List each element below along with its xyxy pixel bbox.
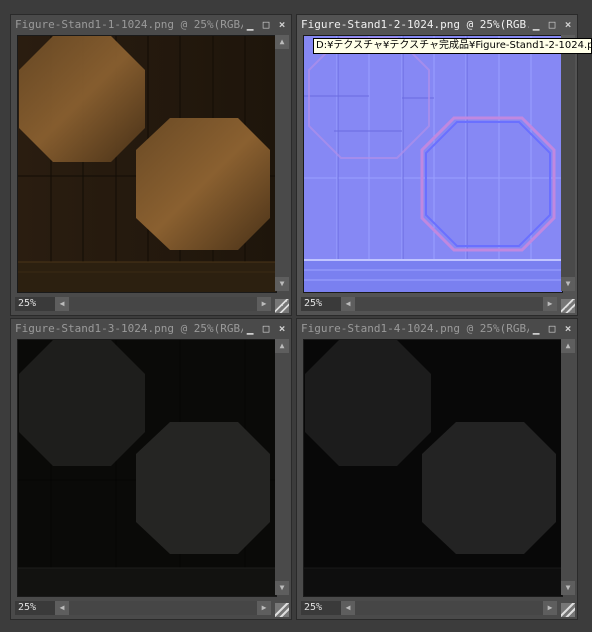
scroll-left-icon[interactable]: ◀ (341, 297, 355, 311)
close-icon[interactable]: × (561, 18, 575, 32)
scroll-left-icon[interactable]: ◀ (55, 601, 69, 615)
scroll-right-icon[interactable]: ▶ (257, 297, 271, 311)
scroll-right-icon[interactable]: ▶ (543, 601, 557, 615)
scroll-left-icon[interactable]: ◀ (55, 297, 69, 311)
document-window-3[interactable]: Figure-Stand1-3-1024.png @ 25%(RGB/... ▁… (10, 318, 292, 620)
document-window-2[interactable]: Figure-Stand1-2-1024.png @ 25%(RGB... ▁ … (296, 14, 578, 316)
status-bar: 25% ◀ ▶ (297, 293, 577, 315)
zoom-level-field[interactable]: 25% (15, 601, 56, 615)
scroll-down-icon[interactable]: ▼ (275, 277, 289, 291)
scroll-down-icon[interactable]: ▼ (275, 581, 289, 595)
normal-texture-image (304, 36, 562, 292)
document-window-4[interactable]: Figure-Stand1-4-1024.png @ 25%(RGB/... ▁… (296, 318, 578, 620)
close-icon[interactable]: × (561, 322, 575, 336)
dark-texture-image (18, 340, 276, 596)
window-title: Figure-Stand1-4-1024.png @ 25%(RGB/... (301, 322, 529, 335)
maximize-icon[interactable]: □ (545, 18, 559, 32)
scroll-right-icon[interactable]: ▶ (257, 601, 271, 615)
title-bar[interactable]: Figure-Stand1-2-1024.png @ 25%(RGB... ▁ … (297, 15, 577, 35)
vertical-scrollbar[interactable]: ▲ ▼ (561, 339, 575, 595)
horizontal-scrollbar[interactable]: ◀ ▶ (341, 297, 557, 311)
maximize-icon[interactable]: □ (259, 322, 273, 336)
image-canvas[interactable] (17, 339, 277, 597)
window-title: Figure-Stand1-3-1024.png @ 25%(RGB/... (15, 322, 243, 335)
scroll-down-icon[interactable]: ▼ (561, 277, 575, 291)
image-canvas[interactable] (303, 35, 563, 293)
file-path-tooltip: D:¥テクスチャ¥テクスチャ完成品¥Figure-Stand1-2-1024.p… (313, 38, 592, 54)
document-window-1[interactable]: Figure-Stand1-1-1024.png @ 25%(RGB/... ▁… (10, 14, 292, 316)
scroll-right-icon[interactable]: ▶ (543, 297, 557, 311)
scroll-left-icon[interactable]: ◀ (341, 601, 355, 615)
zoom-level-field[interactable]: 25% (15, 297, 56, 311)
minimize-icon[interactable]: ▁ (529, 18, 543, 32)
minimize-icon[interactable]: ▁ (529, 322, 543, 336)
title-bar[interactable]: Figure-Stand1-1-1024.png @ 25%(RGB/... ▁… (11, 15, 291, 35)
minimize-icon[interactable]: ▁ (243, 18, 257, 32)
vertical-scrollbar[interactable]: ▲ ▼ (275, 35, 289, 291)
title-bar[interactable]: Figure-Stand1-4-1024.png @ 25%(RGB/... ▁… (297, 319, 577, 339)
resize-grip-icon[interactable] (275, 603, 289, 617)
vertical-scrollbar[interactable]: ▲ ▼ (561, 35, 575, 291)
maximize-icon[interactable]: □ (259, 18, 273, 32)
status-bar: 25% ◀ ▶ (297, 597, 577, 619)
window-title: Figure-Stand1-2-1024.png @ 25%(RGB... (301, 18, 529, 31)
scroll-down-icon[interactable]: ▼ (561, 581, 575, 595)
horizontal-scrollbar[interactable]: ◀ ▶ (55, 601, 271, 615)
dark-texture-image (304, 340, 562, 596)
image-canvas[interactable] (303, 339, 563, 597)
resize-grip-icon[interactable] (561, 603, 575, 617)
scroll-up-icon[interactable]: ▲ (275, 339, 289, 353)
horizontal-scrollbar[interactable]: ◀ ▶ (55, 297, 271, 311)
diffuse-texture-image (18, 36, 276, 292)
scroll-up-icon[interactable]: ▲ (561, 339, 575, 353)
horizontal-scrollbar[interactable]: ◀ ▶ (341, 601, 557, 615)
resize-grip-icon[interactable] (275, 299, 289, 313)
status-bar: 25% ◀ ▶ (11, 597, 291, 619)
close-icon[interactable]: × (275, 18, 289, 32)
zoom-level-field[interactable]: 25% (301, 601, 342, 615)
vertical-scrollbar[interactable]: ▲ ▼ (275, 339, 289, 595)
resize-grip-icon[interactable] (561, 299, 575, 313)
zoom-level-field[interactable]: 25% (301, 297, 342, 311)
window-title: Figure-Stand1-1-1024.png @ 25%(RGB/... (15, 18, 243, 31)
maximize-icon[interactable]: □ (545, 322, 559, 336)
scroll-up-icon[interactable]: ▲ (275, 35, 289, 49)
image-canvas[interactable] (17, 35, 277, 293)
close-icon[interactable]: × (275, 322, 289, 336)
minimize-icon[interactable]: ▁ (243, 322, 257, 336)
status-bar: 25% ◀ ▶ (11, 293, 291, 315)
title-bar[interactable]: Figure-Stand1-3-1024.png @ 25%(RGB/... ▁… (11, 319, 291, 339)
